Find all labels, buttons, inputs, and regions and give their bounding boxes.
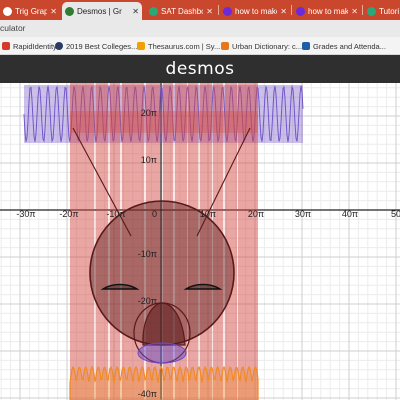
- bookmark-rapididentity[interactable]: RapidIdentity: [2, 40, 57, 52]
- desmos-logo[interactable]: desmos: [166, 59, 235, 79]
- tab-label: how to make: [235, 6, 278, 16]
- x-tick-label: -30π: [16, 209, 35, 219]
- y-tick-label: -10π: [138, 249, 157, 259]
- bookmark-thesaurus[interactable]: Thesaurus.com | Sy...: [137, 40, 220, 52]
- y-tick-label: -20π: [138, 296, 157, 306]
- bookmarks-bar: RapidIdentity 2019 Best Colleges... Thes…: [0, 37, 400, 55]
- desmos-favicon-icon: [3, 6, 12, 16]
- tab-separator: [291, 5, 292, 15]
- tab-label: Tutori: [379, 6, 400, 16]
- desmos-header: desmos: [0, 55, 400, 83]
- tab-label: Trig Graphing: [15, 6, 48, 16]
- tab-sat-dashboard[interactable]: SAT Dashbo ✕: [146, 2, 216, 20]
- rapididentity-icon: [2, 42, 10, 50]
- tab-strip: Trig Graphing ✕ Desmos | Gr ✕ SAT Dashbo…: [0, 0, 400, 20]
- x-tick-label: -20π: [59, 209, 78, 219]
- x-tick-label: -10π: [106, 209, 125, 219]
- y-tick-label: -40π: [138, 389, 157, 399]
- y-tick-label: 20π: [141, 108, 157, 118]
- url-text: culator: [0, 23, 26, 33]
- tab-label: how to make: [308, 6, 349, 16]
- tutorial-favicon-icon: [367, 6, 376, 16]
- graph-svg[interactable]: -30π -20π -10π 0 10π 20π 30π 40π 50 20π …: [0, 83, 400, 400]
- thesaurus-icon: [137, 42, 145, 50]
- bookmark-label: Grades and Attenda...: [313, 41, 386, 51]
- bookmark-grades-attendance[interactable]: Grades and Attenda...: [302, 40, 386, 52]
- bookmark-label: RapidIdentity: [13, 41, 57, 51]
- close-icon[interactable]: ✕: [50, 7, 57, 16]
- graph-canvas[interactable]: -30π -20π -10π 0 10π 20π 30π 40π 50 20π …: [0, 83, 400, 400]
- close-icon[interactable]: ✕: [351, 7, 358, 16]
- tab-how-to-make-1[interactable]: how to make ✕: [220, 2, 290, 20]
- x-tick-label: 50: [391, 209, 400, 219]
- tab-desmos-graph[interactable]: Desmos | Gr ✕: [62, 2, 142, 20]
- bookmark-label: 2019 Best Colleges...: [66, 41, 138, 51]
- close-icon[interactable]: ✕: [206, 7, 213, 16]
- x-tick-label: 30π: [295, 209, 311, 219]
- tab-label: SAT Dashbo: [161, 6, 204, 16]
- bookmark-label: Urban Dictionary: c...: [232, 41, 303, 51]
- desmos-favicon-icon: [65, 6, 74, 16]
- purple-mouth-ring: [137, 342, 187, 364]
- tab-tutorial[interactable]: Tutori: [364, 2, 400, 20]
- best-colleges-icon: [55, 42, 63, 50]
- graph-shapes: [23, 83, 304, 400]
- x-tick-label: 40π: [342, 209, 358, 219]
- x-tick-label: 0: [152, 209, 157, 219]
- yahoo-favicon-icon: [296, 6, 305, 16]
- x-tick-label: 10π: [200, 209, 216, 219]
- x-tick-label: 20π: [248, 209, 264, 219]
- yahoo-favicon-icon: [223, 6, 232, 16]
- tab-separator: [362, 5, 363, 15]
- tab-label: Desmos | Gr: [77, 6, 122, 16]
- y-tick-label: 10π: [141, 155, 157, 165]
- bookmark-label: Thesaurus.com | Sy...: [148, 41, 221, 51]
- close-icon[interactable]: ✕: [132, 7, 139, 16]
- red-horizontal-band: [70, 111, 258, 133]
- tab-trig-graphing[interactable]: Trig Graphing ✕: [0, 2, 60, 20]
- college-board-favicon-icon: [149, 6, 158, 16]
- urban-dictionary-icon: [221, 42, 229, 50]
- tab-separator: [218, 5, 219, 15]
- tab-how-to-make-2[interactable]: how to make ✕: [293, 2, 361, 20]
- address-bar[interactable]: culator: [0, 20, 400, 37]
- sis-icon: [302, 42, 310, 50]
- bookmark-best-colleges[interactable]: 2019 Best Colleges...: [55, 40, 137, 52]
- bookmark-urban-dictionary[interactable]: Urban Dictionary: c...: [221, 40, 302, 52]
- close-icon[interactable]: ✕: [280, 7, 287, 16]
